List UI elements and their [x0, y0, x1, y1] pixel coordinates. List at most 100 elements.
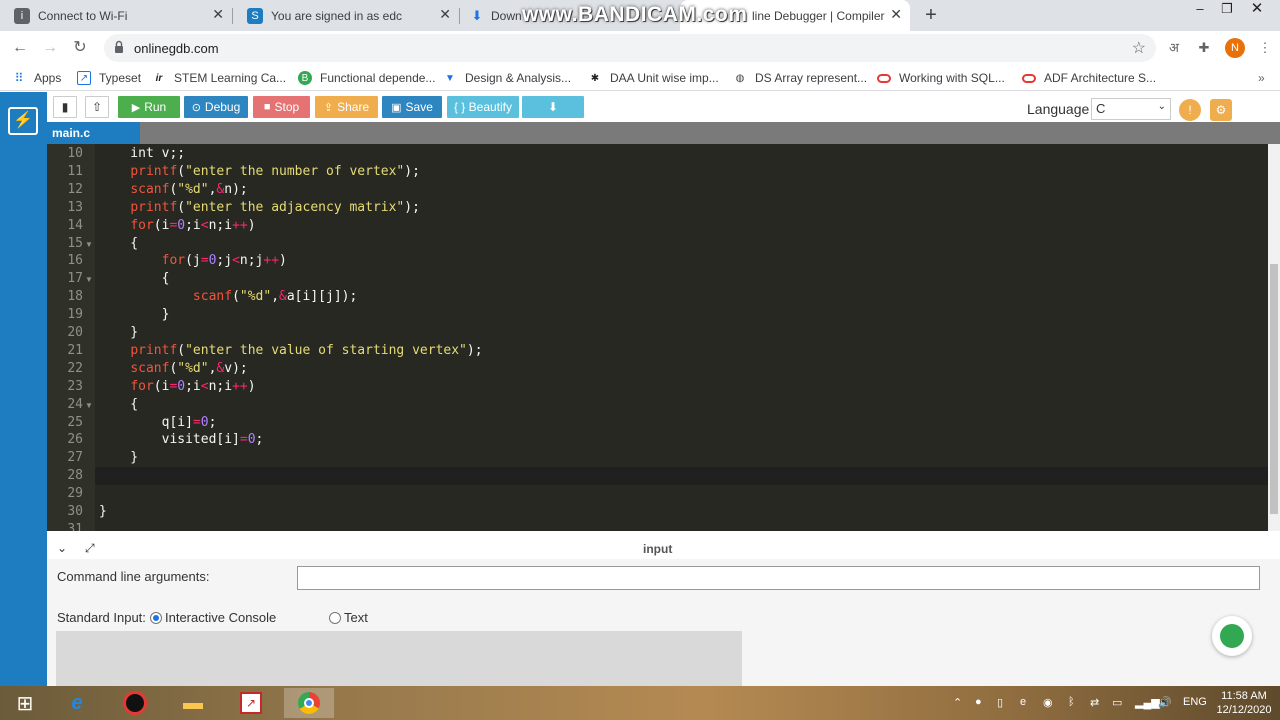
- bookmark-stem[interactable]: ir STEM Learning Ca...: [152, 70, 286, 86]
- bookmark-ds-array[interactable]: ◍ DS Array represent...: [733, 70, 867, 86]
- system-clock[interactable]: 11:58 AM 12/12/2020: [1212, 689, 1276, 717]
- bookmark-daa[interactable]: ✱ DAA Unit wise imp...: [588, 70, 719, 86]
- info-icon: i: [14, 8, 30, 24]
- chat-button[interactable]: [1212, 616, 1252, 656]
- tab-title: You are signed in as edc: [271, 8, 402, 23]
- reload-icon[interactable]: ↻: [68, 37, 92, 59]
- beautify-button[interactable]: { } Beautify: [447, 96, 519, 118]
- line-number: 29: [67, 486, 83, 502]
- file-explorer-icon[interactable]: ▬: [168, 688, 218, 718]
- windows-start-icon[interactable]: ⊞: [0, 688, 50, 718]
- translate-extension-icon[interactable]: अ: [1164, 38, 1184, 58]
- tray-record-icon[interactable]: ●: [975, 696, 982, 708]
- close-window-icon[interactable]: ✕: [1242, 0, 1272, 20]
- stdin-label: Standard Input:: [57, 610, 146, 625]
- code-line: printf("enter the value of starting vert…: [130, 342, 483, 358]
- tray-sync-icon[interactable]: ⇄: [1090, 696, 1099, 709]
- bookmark-sql[interactable]: Working with SQL...: [877, 70, 1005, 86]
- debug-button[interactable]: ⊙ Debug: [184, 96, 248, 118]
- close-icon[interactable]: ✕: [212, 6, 224, 23]
- extensions-puzzle-icon[interactable]: ✚: [1194, 38, 1214, 58]
- browser-tab-signed-in[interactable]: S You are signed in as edc ✕: [233, 0, 459, 31]
- code-line: int v;;: [99, 146, 186, 161]
- fold-arrow-icon[interactable]: ▼: [85, 240, 93, 249]
- fold-arrow-icon[interactable]: ▼: [85, 275, 93, 284]
- input-language-indicator[interactable]: ENG: [1183, 696, 1207, 708]
- line-number: 20: [67, 325, 83, 340]
- internet-explorer-icon[interactable]: e: [52, 688, 102, 718]
- line-number: 11: [67, 163, 83, 179]
- line-number: 18: [67, 289, 83, 305]
- bookmark-typeset[interactable]: ↗ Typeset: [77, 70, 141, 86]
- clock-time: 11:58 AM: [1221, 690, 1267, 702]
- bookmark-star-icon[interactable]: ☆: [1132, 38, 1146, 58]
- fold-arrow-icon[interactable]: ▼: [85, 401, 93, 410]
- expand-icon[interactable]: ⤢: [85, 541, 95, 556]
- browser-tab-wifi[interactable]: i Connect to Wi-Fi ✕: [0, 0, 232, 31]
- radio-interactive-console[interactable]: Interactive Console: [150, 610, 276, 625]
- radio-label: Interactive Console: [165, 610, 277, 625]
- collapse-chevron-icon[interactable]: ⌄: [57, 541, 67, 555]
- bookmark-adf[interactable]: ADF Architecture S...: [1022, 70, 1156, 86]
- radio-text[interactable]: Text: [329, 610, 368, 625]
- radio-dot[interactable]: [150, 611, 162, 624]
- new-tab-icon[interactable]: +: [920, 4, 942, 26]
- restore-icon[interactable]: ❐: [1212, 0, 1242, 20]
- bookmarks-overflow-icon[interactable]: »: [1258, 70, 1265, 86]
- code-editor[interactable]: 10 11 12 13 14 15 ▼ 16 17 ▼ 18 19 20 21 22 23 24 ▼ 25 26 27 2…: [47, 144, 1268, 531]
- bookmark-apps[interactable]: ⠿ Apps: [12, 70, 62, 86]
- code-line: {: [99, 396, 139, 412]
- address-bar[interactable]: onlinegdb.com ☆: [104, 34, 1156, 62]
- language-select[interactable]: C ⌄: [1091, 98, 1171, 120]
- volume-icon[interactable]: 🔊: [1158, 696, 1172, 709]
- back-icon[interactable]: ←: [8, 37, 32, 59]
- scrollbar-thumb[interactable]: [1270, 264, 1278, 514]
- editor-scrollbar[interactable]: [1268, 144, 1280, 531]
- cmd-args-input[interactable]: [297, 566, 1260, 590]
- console-area[interactable]: [56, 631, 742, 686]
- code-line: visited[i]=0;: [99, 432, 264, 448]
- tray-network-app-icon[interactable]: ◉: [1043, 696, 1053, 709]
- tray-edge-icon[interactable]: e: [1020, 696, 1026, 708]
- more-menu-icon[interactable]: ⋮: [1255, 38, 1275, 58]
- close-icon[interactable]: ✕: [439, 6, 451, 23]
- globe-icon: ◍: [735, 72, 745, 84]
- share-icon: ⇪: [323, 101, 334, 114]
- stop-button[interactable]: ■ Stop: [253, 96, 310, 118]
- code-line: }: [99, 450, 139, 466]
- chart-app-icon[interactable]: ↗: [226, 688, 276, 718]
- download-button[interactable]: ⬇: [522, 96, 584, 118]
- upload-icon[interactable]: ⇧: [85, 96, 109, 118]
- new-file-icon[interactable]: ▮: [53, 96, 77, 118]
- code-line: for(i=0;i<n;i++): [130, 378, 256, 394]
- close-icon[interactable]: ✕: [890, 6, 902, 23]
- run-button[interactable]: ▶ Run: [118, 96, 180, 118]
- onlinegdb-app: ⚡ ▮ ⇧ ▶ Run ⊙ Debug ■ Stop ⇪ Share ▣ Save { }…: [0, 92, 1280, 686]
- bookmark-design[interactable]: ▼ Design & Analysis...: [443, 70, 571, 86]
- info-button[interactable]: !: [1179, 99, 1201, 121]
- bookmarks-bar: ⠿ Apps ↗ Typeset ir STEM Learning Ca... …: [0, 65, 1280, 91]
- download-icon: ⬇: [547, 100, 559, 114]
- chat-bubble-icon: [1220, 624, 1244, 648]
- bookmark-functional[interactable]: B Functional depende...: [298, 70, 435, 86]
- save-label: Save: [405, 100, 433, 114]
- forward-icon[interactable]: →: [38, 37, 62, 59]
- tray-app-icon[interactable]: ▯: [997, 696, 1003, 709]
- windows-taskbar: ⊞ e ▬ ↗ ⌃ ● ▯ e ◉ ᛒ ⇄ ▭ ▂▄▆ 🔊 ENG 11:58 …: [0, 686, 1280, 720]
- profile-avatar[interactable]: N: [1225, 38, 1245, 58]
- chrome-icon[interactable]: [284, 688, 334, 718]
- settings-gear-icon[interactable]: ⚙: [1210, 99, 1232, 121]
- onlinegdb-logo-icon[interactable]: ⚡: [8, 107, 38, 135]
- debug-label: Debug: [204, 100, 241, 114]
- bluetooth-icon[interactable]: ᛒ: [1068, 696, 1075, 708]
- tray-expand-icon[interactable]: ⌃: [953, 696, 962, 709]
- bookmark-label: ADF Architecture S...: [1044, 71, 1157, 85]
- tray-display-icon[interactable]: ▭: [1112, 696, 1122, 709]
- save-button[interactable]: ▣ Save: [382, 96, 442, 118]
- minimize-icon[interactable]: –: [1185, 0, 1215, 20]
- bandicam-record-icon[interactable]: [110, 688, 160, 718]
- share-button[interactable]: ⇪ Share: [315, 96, 378, 118]
- radio-dot[interactable]: [329, 611, 341, 624]
- signal-icon[interactable]: ▂▄▆: [1135, 696, 1160, 709]
- file-tab-main-c[interactable]: main.c: [47, 122, 140, 144]
